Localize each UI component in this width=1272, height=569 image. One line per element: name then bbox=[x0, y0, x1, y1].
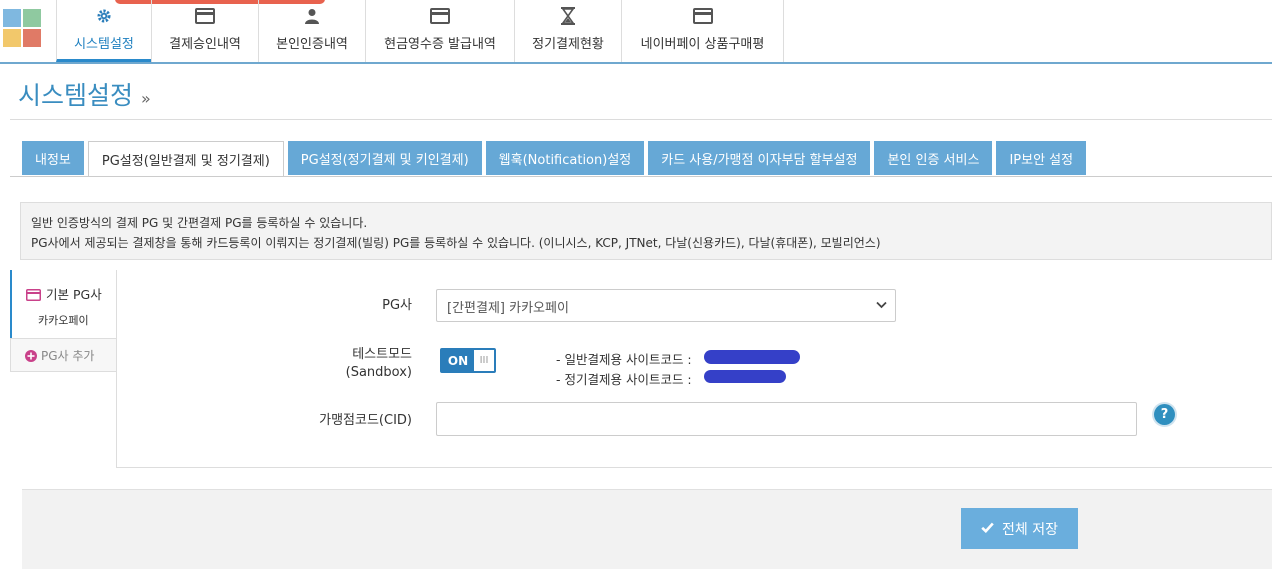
check-icon bbox=[981, 521, 994, 537]
cid-input[interactable] bbox=[436, 402, 1137, 436]
card-icon bbox=[195, 7, 215, 25]
toggle-on-label: ON bbox=[442, 350, 474, 371]
nav-item-naverpay-reviews[interactable]: 네이버페이 상품구매평 bbox=[621, 0, 784, 62]
gear-icon bbox=[96, 7, 112, 25]
card-icon bbox=[26, 289, 41, 304]
pg-item-default[interactable]: 기본 PG사 카카오페이 bbox=[10, 270, 117, 338]
tab-identity-service[interactable]: 본인 인증 서비스 bbox=[874, 141, 993, 175]
nav-item-label: 결제승인내역 bbox=[169, 37, 241, 52]
tab-pg-recurring-keyin[interactable]: PG설정(정기결제 및 키인결제) bbox=[287, 141, 482, 175]
section-divider bbox=[10, 119, 1272, 120]
nav-item-system-settings[interactable]: 시스템설정 bbox=[56, 0, 151, 62]
nav-item-payment-approvals[interactable]: 결제승인내역 bbox=[151, 0, 258, 62]
card-icon bbox=[430, 7, 450, 25]
add-pg-button[interactable]: PG사 추가 bbox=[10, 338, 117, 372]
test-mode-label: 테스트모드 bbox=[352, 347, 412, 362]
chevron-down-icon bbox=[876, 298, 887, 313]
settings-tabs: 내정보 PG설정(일반결제 및 정기결제) PG설정(정기결제 및 키인결제) … bbox=[22, 141, 1090, 177]
toggle-grip-icon: III bbox=[479, 355, 489, 366]
pg-label: PG사 bbox=[382, 298, 412, 313]
site-code-recurring: - 정기결제용 사이트코드 : bbox=[556, 372, 692, 387]
pg-list: 기본 PG사 카카오페이 PG사 추가 bbox=[10, 270, 117, 372]
cid-label: 가맹점코드(CID) bbox=[319, 413, 412, 428]
tab-card-installment[interactable]: 카드 사용/가맹점 이자부담 할부설정 bbox=[648, 141, 871, 175]
nav-item-label: 네이버페이 상품구매평 bbox=[640, 37, 765, 52]
app-logo[interactable] bbox=[3, 9, 43, 47]
info-line: 일반 인증방식의 결제 PG 및 간편결제 PG를 등록하실 수 있습니다. bbox=[31, 216, 368, 230]
nav-item-label: 정기결제현황 bbox=[532, 37, 604, 52]
card-icon bbox=[692, 7, 713, 25]
save-all-button[interactable]: 전체 저장 bbox=[961, 508, 1078, 549]
test-mode-toggle[interactable]: ON III bbox=[440, 348, 496, 373]
pg-item-sub-label: 카카오페이 bbox=[38, 314, 89, 327]
nav-item-identity-verification[interactable]: 본인인증내역 bbox=[258, 0, 365, 62]
nav-item-label: 현금영수증 발급내역 bbox=[384, 37, 496, 52]
redaction-mark bbox=[704, 350, 800, 364]
hourglass-icon bbox=[561, 7, 575, 25]
tab-webhook-settings[interactable]: 웹훅(Notification)설정 bbox=[485, 141, 645, 175]
pg-select[interactable]: [간편결제] 카카오페이 bbox=[436, 289, 896, 322]
info-box: 일반 인증방식의 결제 PG 및 간편결제 PG를 등록하실 수 있습니다. P… bbox=[20, 202, 1272, 260]
nav-item-label: 본인인증내역 bbox=[276, 37, 348, 52]
tab-divider bbox=[10, 176, 1272, 177]
site-code-normal: - 일반결제용 사이트코드 : bbox=[556, 352, 692, 367]
redaction-mark bbox=[704, 370, 786, 383]
nav-item-cash-receipts[interactable]: 현금영수증 발급내역 bbox=[365, 0, 514, 62]
pg-select-value: [간편결제] 카카오페이 bbox=[447, 301, 569, 316]
help-icon[interactable]: ? bbox=[1154, 404, 1175, 425]
pg-item-label: 기본 PG사 bbox=[46, 287, 102, 302]
tab-my-info[interactable]: 내정보 bbox=[22, 141, 84, 175]
tab-ip-security[interactable]: IP보안 설정 bbox=[996, 141, 1087, 175]
top-navigation: 시스템설정 결제승인내역 본인인증내역 현금영수증 발급내역 정기결제현황 네이… bbox=[0, 0, 1272, 64]
nav-item-label: 시스템설정 bbox=[74, 37, 134, 52]
nav-item-recurring-status[interactable]: 정기결제현황 bbox=[514, 0, 621, 62]
footer-bar bbox=[22, 489, 1272, 569]
sandbox-label: (Sandbox) bbox=[345, 365, 412, 380]
page-title: 시스템설정» bbox=[18, 81, 151, 110]
info-line: PG사에서 제공되는 결제창을 통해 카드등록이 이뤄지는 정기결제(빌링) P… bbox=[31, 236, 881, 250]
add-pg-label: PG사 추가 bbox=[41, 349, 95, 363]
tab-pg-general-recurring[interactable]: PG설정(일반결제 및 정기결제) bbox=[87, 141, 284, 177]
save-all-label: 전체 저장 bbox=[1002, 521, 1058, 538]
title-chevron-icon: » bbox=[141, 89, 151, 108]
plus-circle-icon bbox=[25, 350, 37, 365]
user-icon bbox=[304, 7, 320, 25]
